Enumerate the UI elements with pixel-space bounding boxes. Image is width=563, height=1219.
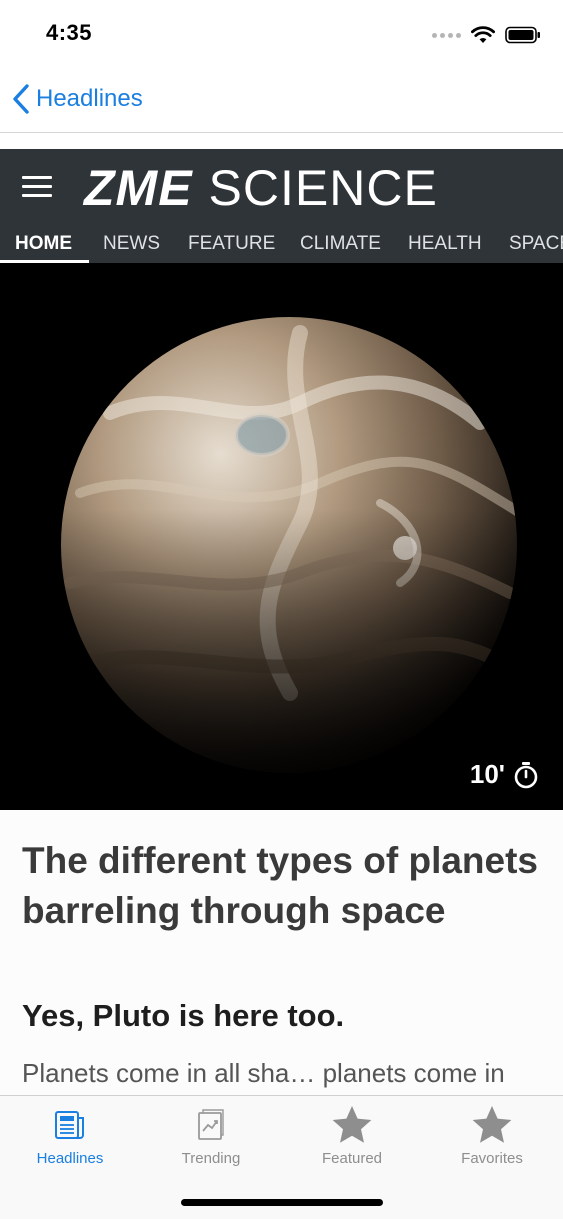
planet-image [0,263,563,810]
battery-icon [505,26,540,44]
site-nav-news[interactable]: NEWS [103,233,160,255]
back-button-label: Headlines [36,85,143,112]
cellular-signal-icon [432,32,461,38]
read-time-badge: 10' [470,759,539,790]
status-time: 4:35 [46,20,93,45]
hamburger-menu-icon[interactable] [22,176,52,198]
site-nav-climate[interactable]: CLIMATE [300,233,381,255]
logo-science: SCIENCE [208,160,438,216]
tab-trending-label: Trending [181,1150,241,1167]
star-icon [332,1106,372,1143]
star-icon [472,1106,512,1143]
site-category-nav: HOME NEWS FEATURE CLIMATE HEALTH SPACE [0,228,563,263]
article-preview[interactable]: The different types of planets barreling… [0,810,563,1095]
article-subtitle: Yes, Pluto is here too. [22,998,345,1033]
tab-featured-label: Featured [321,1150,383,1167]
stopwatch-icon [514,761,538,788]
status-bar: 4:35 [0,0,563,66]
navigation-bar: Headlines [0,66,563,133]
tab-favorites-label: Favorites [461,1150,523,1167]
wifi-icon [471,26,495,43]
site-nav-feature[interactable]: FEATURE [188,233,275,255]
tab-featured[interactable]: Featured [282,1096,422,1176]
site-nav-space[interactable]: SPACE [509,233,563,255]
back-button[interactable]: Headlines [12,80,143,118]
newspaper-icon [55,1111,84,1139]
tab-headlines-label: Headlines [36,1150,104,1167]
site-logo[interactable]: ZME SCIENCE [84,158,438,218]
logo-zme: ZME [84,160,193,216]
tab-favorites[interactable]: Favorites [422,1096,562,1176]
tab-headlines[interactable]: Headlines [0,1096,140,1176]
tab-trending[interactable]: Trending [141,1096,281,1176]
article-title[interactable]: The different types of planets barreling… [22,836,542,936]
site-nav-health[interactable]: HEALTH [408,233,482,255]
chevron-left-icon [13,84,29,114]
status-icons [432,24,541,46]
trending-chart-icon [198,1109,224,1140]
hero-image[interactable]: 10' [0,263,563,810]
read-time-value: 10' [469,759,505,789]
article-excerpt: Planets come in all sha… planets come in [22,1058,505,1088]
home-indicator[interactable] [181,1199,383,1206]
site-nav-home[interactable]: HOME [15,233,72,255]
